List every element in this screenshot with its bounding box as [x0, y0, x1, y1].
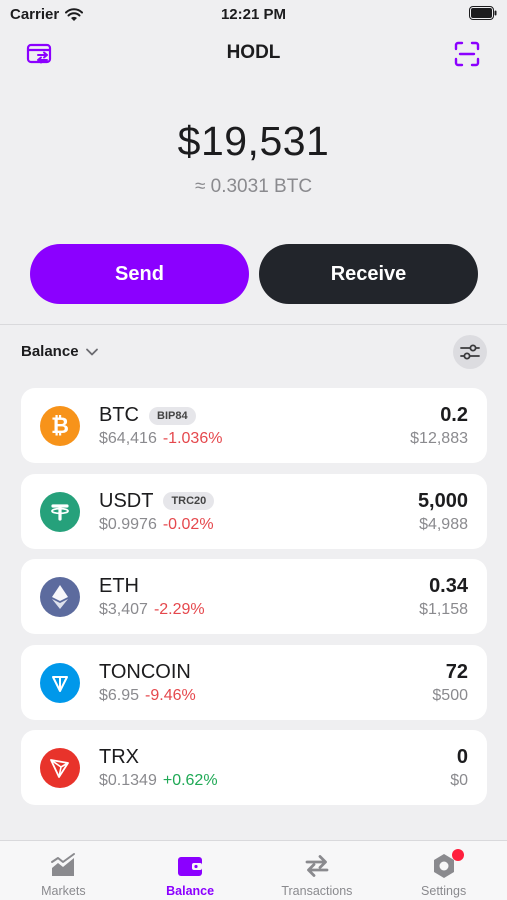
asset-symbol-text: BTC [99, 404, 139, 426]
asset-symbol: USDT TRC20 [99, 489, 215, 513]
asset-price: $0.9976 [99, 515, 157, 533]
filter-button[interactable] [453, 335, 487, 369]
battery-icon [469, 6, 497, 24]
asset-price-line: $64,416 -1.036% [99, 430, 222, 448]
asset-symbol: ETH [99, 575, 139, 598]
section-label: Balance [21, 343, 79, 360]
asset-row-usdt[interactable]: USDT TRC20 $0.9976 -0.02% 5,000 $4,988 [21, 473, 487, 549]
tab-label: Settings [421, 884, 467, 898]
tab-label: Balance [166, 884, 215, 898]
status-bar: Carrier 12:21 PM [0, 0, 507, 30]
sliders-icon [460, 344, 480, 360]
asset-tag: TRC20 [163, 492, 215, 510]
tron-icon [40, 748, 80, 788]
svg-text:₿: ₿ [51, 413, 69, 438]
receive-button[interactable]: Receive [259, 244, 478, 304]
wallet-icon [178, 857, 203, 876]
total-balance: $19,531 [177, 118, 330, 164]
asset-tag: BIP84 [149, 406, 196, 425]
swap-arrows-icon [305, 855, 329, 877]
asset-symbol-text: USDT [99, 489, 154, 512]
asset-amount: 5,000 [417, 489, 468, 512]
balance-sort-dropdown[interactable]: Balance [21, 343, 99, 360]
tab-bar: Markets Balance Transactions Settings [0, 840, 507, 900]
asset-change: -0.02% [162, 515, 214, 533]
asset-list: ₿ BTC BIP84 $64,416 -1.036% 0.2 $12,883 U… [21, 388, 487, 816]
tab-markets[interactable]: Markets [0, 841, 127, 900]
divider [0, 324, 507, 325]
asset-amount: 0.34 [429, 575, 468, 597]
asset-row-trx[interactable]: TRX $0.1349 +0.62% 0 $0 [21, 730, 487, 805]
tab-label: Transactions [281, 884, 353, 898]
balance-btc-equivalent: ≈ 0.3031 BTC [194, 176, 313, 197]
asset-price-line: $6.95 -9.46% [99, 687, 196, 705]
asset-change: -1.036% [162, 430, 223, 447]
asset-amount: 0 [456, 746, 468, 768]
asset-symbol: TRX [99, 746, 139, 769]
asset-change: +0.62% [162, 772, 218, 789]
asset-symbol: TONCOIN [99, 661, 191, 684]
page-title: HODL [226, 42, 281, 63]
asset-row-btc[interactable]: ₿ BTC BIP84 $64,416 -1.036% 0.2 $12,883 [21, 388, 487, 463]
notification-badge [452, 849, 465, 861]
asset-change: -2.29% [153, 601, 205, 618]
tether-icon [40, 491, 80, 532]
scan-icon [454, 41, 480, 67]
nav-bar: HODL [0, 30, 507, 78]
asset-price: $64,416 [99, 430, 157, 447]
asset-amount: 72 [445, 660, 468, 683]
asset-change: -9.46% [145, 686, 196, 704]
status-time: 12:21 PM [220, 6, 287, 23]
asset-symbol: BTC BIP84 [99, 404, 196, 427]
scan-button[interactable] [451, 38, 483, 70]
asset-price: $0.1349 [99, 772, 157, 789]
tab-balance[interactable]: Balance [127, 841, 254, 900]
send-button[interactable]: Send [30, 244, 249, 304]
asset-symbol-text: TONCOIN [99, 660, 191, 683]
asset-price-line: $3,407 -2.29% [99, 601, 205, 619]
toncoin-icon [40, 662, 80, 703]
asset-row-eth[interactable]: ETH $3,407 -2.29% 0.34 $1,158 [21, 559, 487, 634]
ethereum-icon [40, 577, 80, 617]
tab-transactions[interactable]: Transactions [254, 841, 381, 900]
tab-settings[interactable]: Settings [380, 841, 507, 900]
chart-icon [51, 853, 76, 876]
section-header: Balance [0, 334, 507, 372]
asset-fiat-value: $12,883 [410, 430, 468, 447]
asset-price: $3,407 [99, 601, 148, 618]
asset-symbol-text: ETH [99, 575, 139, 597]
chevron-down-icon [85, 348, 98, 355]
asset-amount: 0.2 [440, 404, 468, 426]
asset-fiat-value: $1,158 [419, 601, 468, 618]
asset-symbol-text: TRX [99, 746, 139, 768]
asset-price-line: $0.1349 +0.62% [99, 772, 218, 790]
asset-price-line: $0.9976 -0.02% [99, 516, 214, 534]
asset-fiat-value: $500 [432, 686, 468, 704]
asset-row-toncoin[interactable]: TONCOIN $6.95 -9.46% 72 $500 [21, 644, 487, 720]
tab-label: Markets [41, 884, 86, 898]
asset-price: $6.95 [99, 686, 140, 704]
bitcoin-icon: ₿ [40, 406, 80, 446]
asset-fiat-value: $4,988 [419, 515, 468, 533]
asset-fiat-value: $0 [450, 772, 468, 789]
